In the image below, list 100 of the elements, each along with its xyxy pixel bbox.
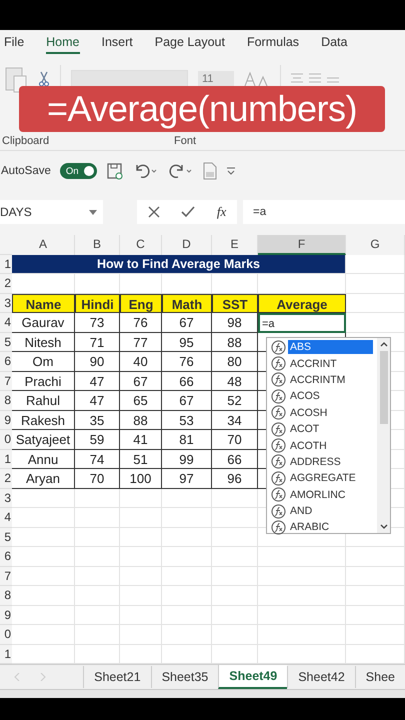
- empty-cell[interactable]: [212, 606, 258, 625]
- empty-cell[interactable]: [162, 547, 212, 566]
- empty-cell[interactable]: [346, 274, 405, 294]
- empty-cell[interactable]: [120, 566, 162, 586]
- row-header[interactable]: 1: [0, 254, 12, 274]
- ribbon-tab[interactable]: Formulas: [246, 32, 300, 54]
- empty-cell[interactable]: [346, 625, 405, 644]
- empty-cell[interactable]: [346, 566, 405, 586]
- cancel-icon[interactable]: [148, 206, 160, 218]
- sheet-tab[interactable]: Sheet42: [287, 666, 355, 688]
- empty-cell[interactable]: [212, 488, 258, 508]
- save-icon[interactable]: [106, 162, 124, 180]
- scroll-down-icon[interactable]: [380, 524, 388, 530]
- row-header[interactable]: 5: [0, 332, 12, 352]
- empty-cell[interactable]: [212, 508, 258, 528]
- row-header[interactable]: 4: [0, 508, 12, 528]
- empty-cell[interactable]: [258, 547, 346, 566]
- empty-cell[interactable]: [212, 528, 258, 547]
- function-suggestion[interactable]: ACOS: [288, 389, 377, 404]
- sheet-tab[interactable]: Shee: [354, 666, 405, 688]
- function-suggestion[interactable]: AGGREGATE: [288, 471, 377, 486]
- empty-cell[interactable]: [258, 625, 346, 644]
- row-header[interactable]: 5: [0, 528, 12, 547]
- empty-cell[interactable]: [258, 606, 346, 625]
- active-cell[interactable]: =a: [258, 313, 346, 332]
- empty-cell[interactable]: [258, 566, 346, 586]
- empty-cell[interactable]: [75, 566, 120, 586]
- row-header[interactable]: 6: [0, 352, 12, 372]
- redo-icon[interactable]: [168, 162, 194, 180]
- empty-cell[interactable]: [162, 606, 212, 625]
- print-preview-icon[interactable]: [202, 162, 217, 180]
- empty-cell[interactable]: [346, 606, 405, 625]
- row-header[interactable]: 1: [0, 450, 12, 469]
- row-header[interactable]: 0: [0, 430, 12, 450]
- empty-cell[interactable]: [346, 313, 405, 332]
- empty-cell[interactable]: [120, 606, 162, 625]
- empty-cell[interactable]: [75, 586, 120, 606]
- font-size-field[interactable]: 11: [198, 71, 234, 87]
- row-header[interactable]: 2: [0, 469, 12, 488]
- row-header[interactable]: 9: [0, 606, 12, 625]
- function-suggestion[interactable]: ADDRESS: [288, 454, 377, 469]
- column-header[interactable]: F: [258, 235, 346, 254]
- empty-cell[interactable]: [120, 508, 162, 528]
- function-suggestion[interactable]: ACCRINTM: [288, 372, 377, 387]
- row-header[interactable]: 3: [0, 488, 12, 508]
- empty-cell[interactable]: [162, 488, 212, 508]
- name-box[interactable]: DAYS: [0, 200, 103, 224]
- empty-cell[interactable]: [120, 586, 162, 606]
- empty-cell[interactable]: [75, 625, 120, 644]
- empty-cell[interactable]: [162, 566, 212, 586]
- empty-cell[interactable]: [212, 566, 258, 586]
- empty-cell[interactable]: [162, 508, 212, 528]
- row-header[interactable]: 0: [0, 625, 12, 644]
- row-header[interactable]: 7: [0, 566, 12, 586]
- row-header[interactable]: 4: [0, 313, 12, 332]
- function-suggestion[interactable]: ABS: [288, 340, 373, 354]
- previous-sheet-icon[interactable]: [14, 673, 20, 681]
- empty-cell[interactable]: [75, 528, 120, 547]
- ribbon-tab[interactable]: Page Layout: [154, 32, 225, 54]
- empty-cell[interactable]: [120, 547, 162, 566]
- function-suggestion[interactable]: ARABIC: [288, 520, 377, 534]
- scissors-icon[interactable]: [38, 71, 50, 87]
- function-suggestion[interactable]: AND: [288, 504, 377, 518]
- empty-cell[interactable]: [346, 586, 405, 606]
- formula-field[interactable]: =a: [243, 200, 405, 224]
- row-header[interactable]: 3: [0, 294, 12, 313]
- row-header[interactable]: 7: [0, 372, 12, 391]
- empty-cell[interactable]: [212, 547, 258, 566]
- insert-function-button[interactable]: fx: [216, 204, 226, 220]
- empty-cell[interactable]: [120, 625, 162, 644]
- function-suggestion[interactable]: ACOT: [288, 422, 377, 436]
- empty-cell[interactable]: [75, 547, 120, 566]
- function-suggestion[interactable]: ACCRINT: [288, 356, 377, 371]
- empty-cell[interactable]: [162, 528, 212, 547]
- empty-cell[interactable]: [258, 586, 346, 606]
- next-sheet-icon[interactable]: [40, 673, 46, 681]
- empty-cell[interactable]: [75, 488, 120, 508]
- row-header[interactable]: 2: [0, 274, 12, 294]
- function-suggestion[interactable]: AMORLINC: [288, 488, 377, 502]
- ribbon-tab[interactable]: Insert: [102, 32, 133, 54]
- column-header[interactable]: G: [346, 235, 405, 254]
- sheet-tab[interactable]: Sheet49: [218, 665, 288, 689]
- empty-cell[interactable]: [212, 586, 258, 606]
- dropdown-arrow-icon[interactable]: [89, 210, 97, 214]
- ribbon-tab[interactable]: Home: [46, 32, 80, 54]
- empty-cell[interactable]: [346, 547, 405, 566]
- ribbon-tab[interactable]: File: [4, 32, 24, 54]
- row-header[interactable]: 1: [0, 644, 12, 664]
- empty-cell[interactable]: [212, 625, 258, 644]
- enter-icon[interactable]: [181, 206, 196, 218]
- function-suggestion[interactable]: ACOSH: [288, 406, 377, 420]
- empty-cell[interactable]: [162, 586, 212, 606]
- empty-cell[interactable]: [120, 488, 162, 508]
- row-header[interactable]: 8: [0, 391, 12, 410]
- sheet-tab[interactable]: Sheet21: [83, 666, 151, 688]
- scroll-up-icon[interactable]: [380, 341, 388, 347]
- function-suggestion[interactable]: ACOTH: [288, 438, 377, 453]
- scrollbar[interactable]: [377, 338, 390, 533]
- row-header[interactable]: 8: [0, 586, 12, 606]
- grow-font-icon[interactable]: [244, 71, 270, 87]
